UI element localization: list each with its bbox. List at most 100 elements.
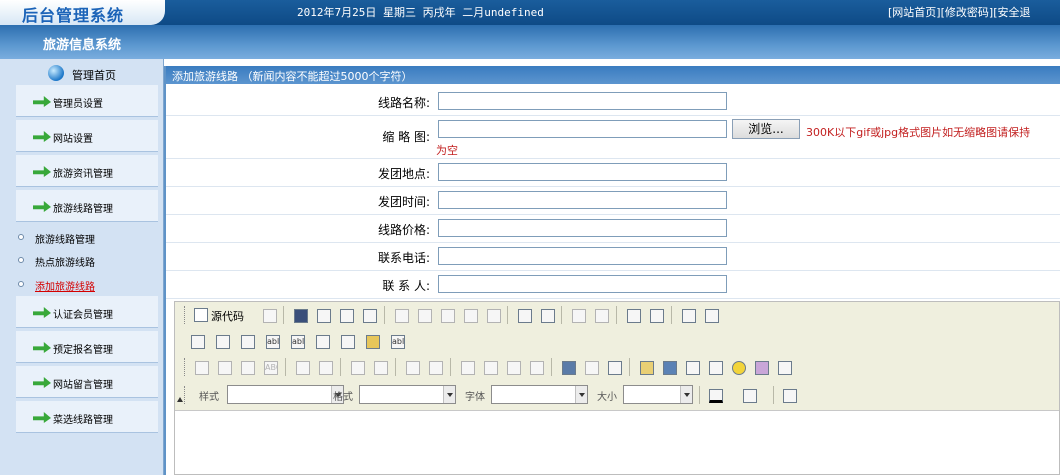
copy-icon (418, 309, 432, 323)
save-icon (294, 309, 308, 323)
align-center-icon (484, 361, 498, 375)
align-justify-icon (530, 361, 544, 375)
strikethrough-button[interactable]: ABC (260, 357, 280, 377)
toolbar-grip[interactable] (184, 358, 187, 376)
cut-button[interactable] (391, 305, 411, 325)
paste-text-button[interactable] (460, 305, 480, 325)
redo-button[interactable] (591, 305, 611, 325)
insert-flash-button[interactable] (659, 357, 679, 377)
templates-list-button[interactable] (359, 305, 379, 325)
sidebar-item-site-settings[interactable]: 网站设置 (16, 120, 158, 152)
source-code-button[interactable]: 源代码 (191, 305, 255, 325)
origin-input[interactable] (438, 163, 727, 181)
align-justify-button[interactable] (526, 357, 546, 377)
align-left-button[interactable] (457, 357, 477, 377)
toolbar-separator (616, 306, 617, 324)
route-name-input[interactable] (438, 92, 727, 110)
replace-button[interactable] (646, 305, 666, 325)
link-button[interactable] (558, 357, 578, 377)
subscript-button[interactable] (292, 357, 312, 377)
background-color-icon (743, 389, 757, 403)
image-button-button[interactable] (362, 331, 382, 351)
background-color-button[interactable] (739, 385, 769, 405)
save-button[interactable] (290, 305, 310, 325)
toolbar-collapse-icon[interactable] (177, 397, 183, 402)
horizontal-rule-button[interactable] (705, 357, 725, 377)
spellcheck-icon (541, 309, 555, 323)
sidebar-item-selected-routes[interactable]: 菜选线路管理 (16, 401, 158, 433)
templates-button[interactable] (259, 305, 279, 325)
price-input[interactable] (438, 219, 727, 237)
paste-button[interactable] (437, 305, 457, 325)
preview-button[interactable] (336, 305, 356, 325)
bulleted-list-button[interactable] (370, 357, 390, 377)
checkbox-button[interactable] (212, 331, 232, 351)
format-combo[interactable] (359, 385, 456, 404)
numbered-list-button[interactable] (347, 357, 367, 377)
spellcheck-button[interactable] (537, 305, 557, 325)
style-combo[interactable] (227, 385, 344, 404)
system-name: 旅游信息系统 (43, 38, 122, 53)
home-link[interactable]: [网站首页] (888, 6, 941, 19)
sidebar-item-messages[interactable]: 网站留言管理 (16, 366, 158, 398)
textarea-button[interactable]: abl (287, 331, 307, 351)
thumbnail-path-input[interactable] (438, 120, 727, 138)
editor-content-area[interactable] (175, 410, 1059, 474)
select-field-button[interactable] (312, 331, 332, 351)
sidebar-item-label: 网站留言管理 (53, 380, 113, 391)
sidebar-item-booking[interactable]: 预定报名管理 (16, 331, 158, 363)
sidebar-home[interactable]: 管理首页 (0, 64, 164, 84)
contact-input[interactable] (438, 275, 727, 293)
smiley-button[interactable] (728, 357, 748, 377)
print-button[interactable] (514, 305, 534, 325)
bold-button[interactable] (191, 357, 211, 377)
link-icon (562, 361, 576, 375)
font-combo[interactable] (491, 385, 588, 404)
hidden-field-icon: abl (391, 335, 405, 349)
show-blocks-button[interactable] (779, 385, 799, 405)
underline-button[interactable] (237, 357, 257, 377)
copy-button[interactable] (414, 305, 434, 325)
insert-table-button[interactable] (682, 357, 702, 377)
text-color-button[interactable] (705, 385, 735, 405)
insert-image-button[interactable] (636, 357, 656, 377)
flash-icon (663, 361, 677, 375)
sidebar-item-travel-routes[interactable]: 旅游线路管理 (16, 190, 158, 222)
form-button[interactable] (187, 331, 207, 351)
align-center-button[interactable] (480, 357, 500, 377)
outdent-button[interactable] (402, 357, 422, 377)
contact-row: 联 系 人: (166, 271, 1060, 299)
text-field-button[interactable]: abl (262, 331, 282, 351)
indent-button[interactable] (425, 357, 445, 377)
size-combo[interactable] (623, 385, 693, 404)
toolbar-grip[interactable] (184, 306, 187, 324)
paste-word-icon (487, 309, 501, 323)
new-page-button[interactable] (313, 305, 333, 325)
radio-button[interactable] (237, 331, 257, 351)
sidebar-item-travel-news[interactable]: 旅游资讯管理 (16, 155, 158, 187)
logout-link[interactable]: [安全退 (993, 6, 1030, 19)
replace-icon (650, 309, 664, 323)
style-combo-label: 样式 (199, 392, 219, 403)
sidebar-item-member-cert[interactable]: 认证会员管理 (16, 296, 158, 328)
phone-input[interactable] (438, 247, 727, 265)
page-break-button[interactable] (774, 357, 794, 377)
undo-button[interactable] (568, 305, 588, 325)
sidebar-item-admin-settings[interactable]: 管理员设置 (16, 85, 158, 117)
toolbar-grip[interactable] (184, 386, 187, 404)
remove-format-button[interactable] (701, 305, 721, 325)
hidden-field-button[interactable]: abl (387, 331, 407, 351)
change-password-link[interactable]: [修改密码] (941, 6, 994, 19)
browse-button[interactable]: 浏览... (732, 119, 800, 139)
select-all-button[interactable] (678, 305, 698, 325)
unlink-button[interactable] (581, 357, 601, 377)
italic-button[interactable] (214, 357, 234, 377)
departure-time-input[interactable] (438, 191, 727, 209)
superscript-button[interactable] (315, 357, 335, 377)
align-right-button[interactable] (503, 357, 523, 377)
anchor-button[interactable] (604, 357, 624, 377)
paste-word-button[interactable] (483, 305, 503, 325)
special-char-button[interactable] (751, 357, 771, 377)
find-button[interactable] (623, 305, 643, 325)
form-button-button[interactable] (337, 331, 357, 351)
